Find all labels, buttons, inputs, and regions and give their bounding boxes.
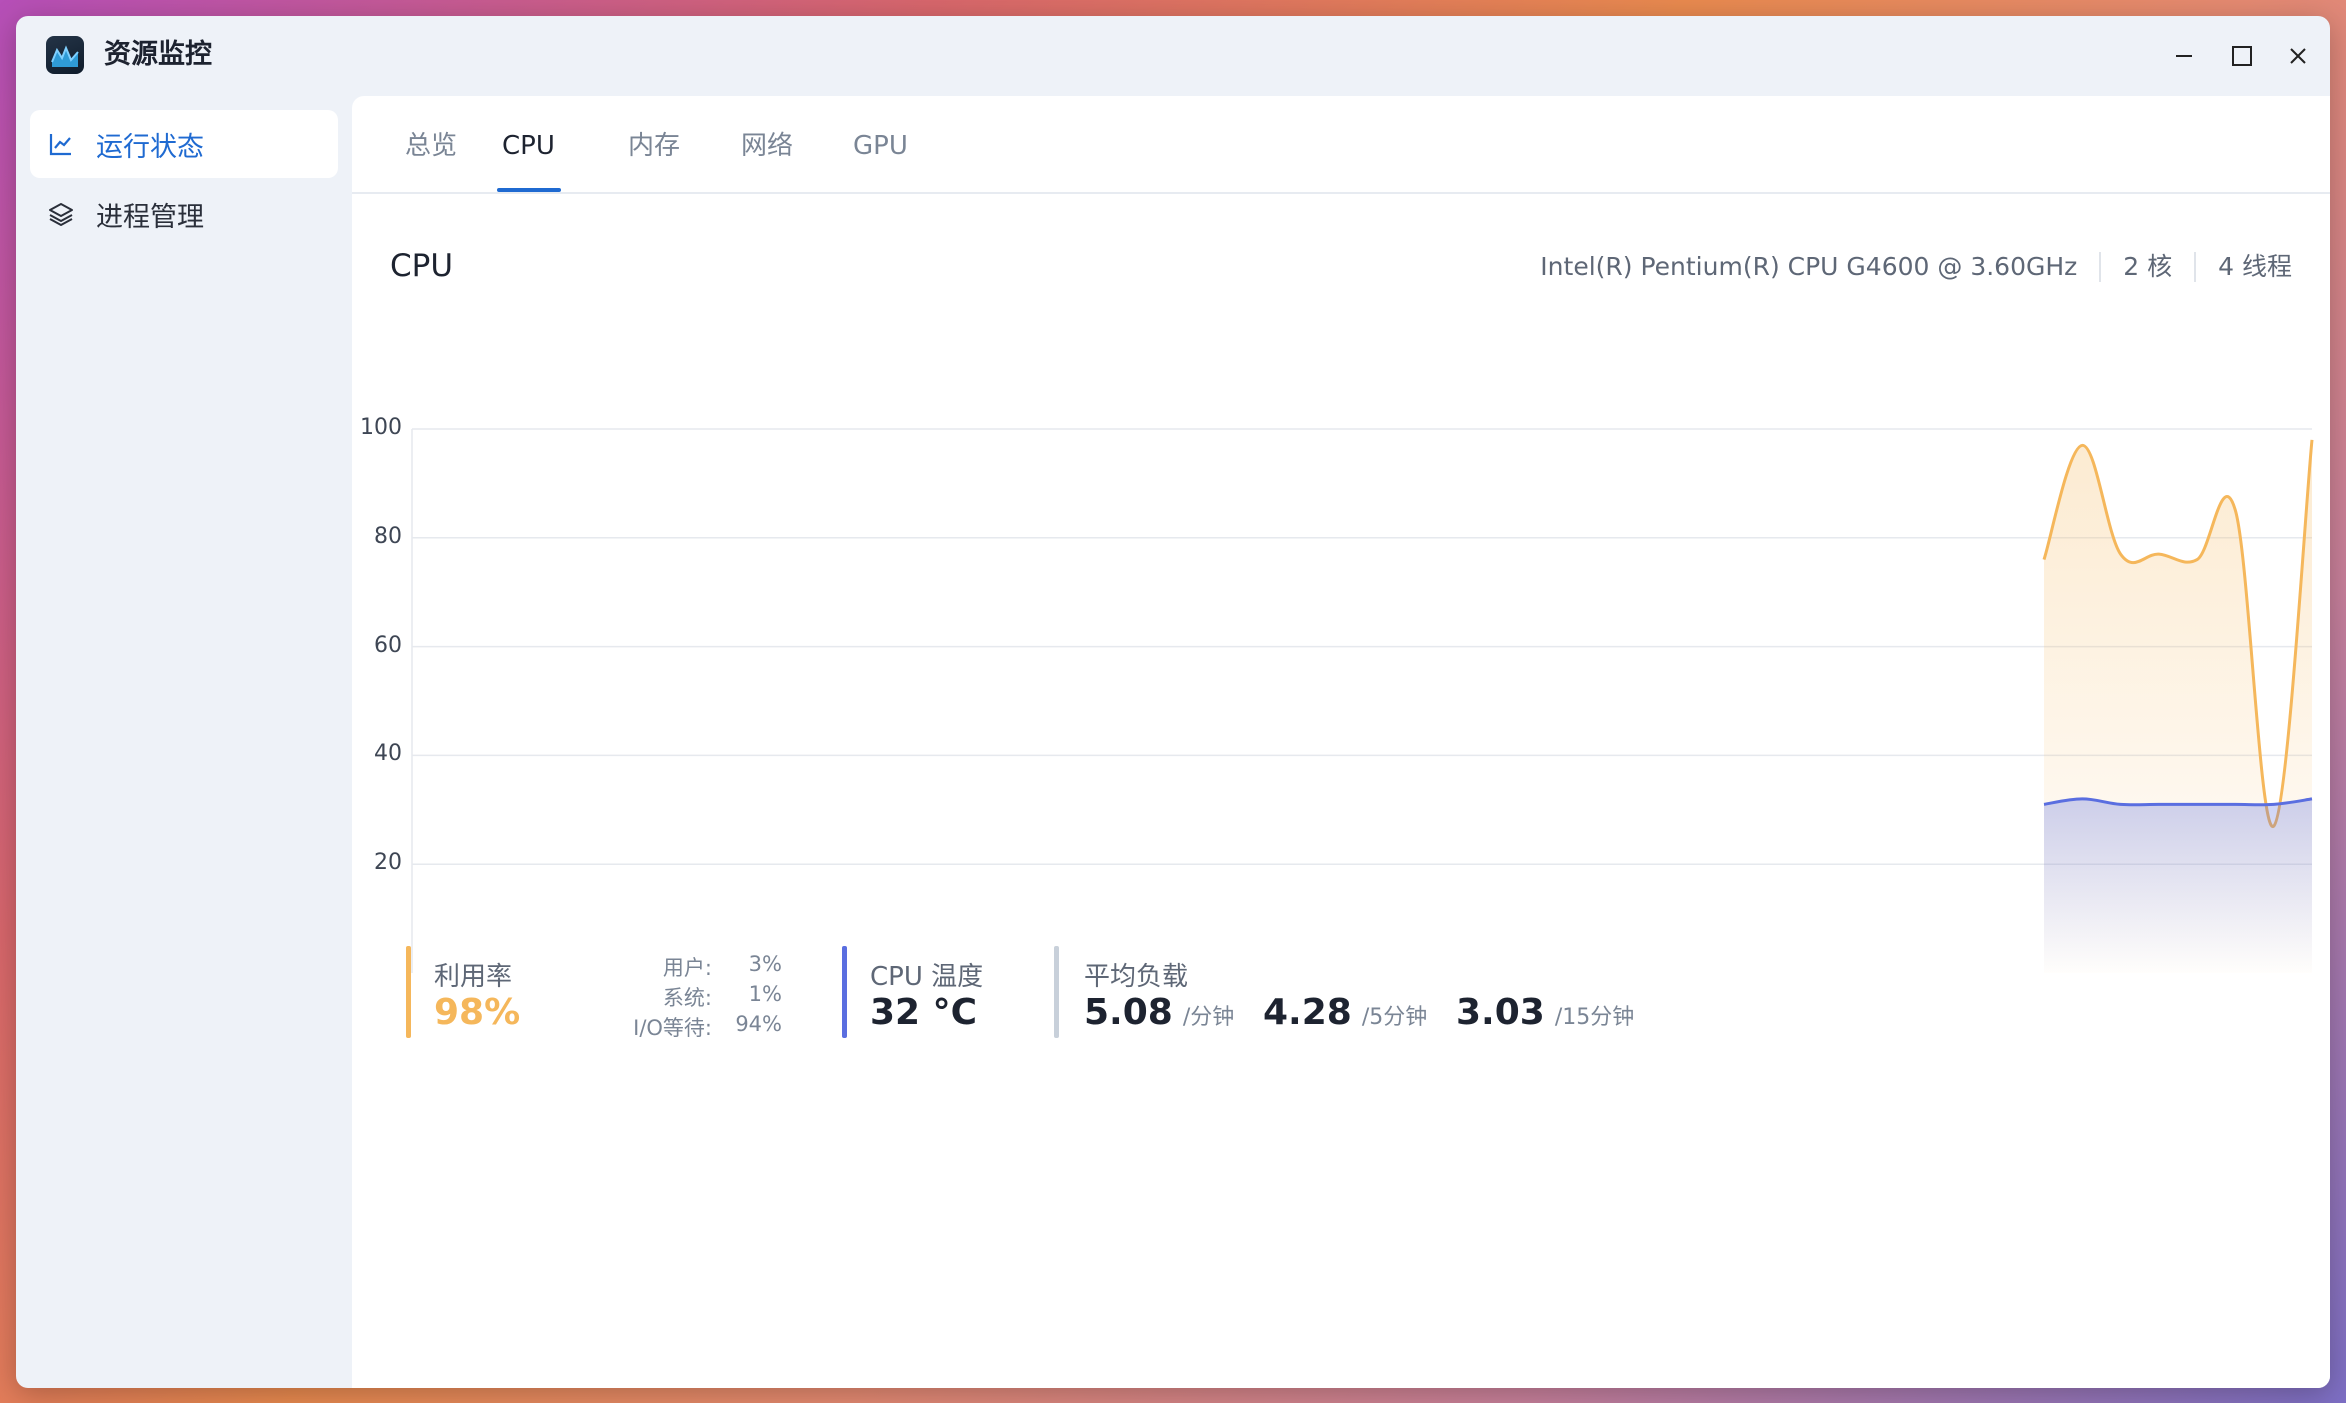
app-logo-icon [46, 36, 84, 74]
load-5min: 4.28 /5分钟 [1263, 992, 1427, 1033]
minimize-button[interactable] [2164, 38, 2204, 78]
load-15min: 3.03 /15分钟 [1456, 992, 1634, 1033]
cpu-chart: 100 80 60 40 20 [352, 396, 2330, 1000]
window-title: 资源监控 [104, 39, 212, 70]
tab-cpu[interactable]: CPU [502, 128, 555, 164]
app-window: 资源监控 运行状态 进程管理 总览 CPU 内存 网络 GPU CPU Inte… [16, 16, 2330, 1388]
line-chart-icon [48, 129, 78, 159]
tab-network[interactable]: 网络 [741, 128, 793, 164]
y-tick-label: 80 [374, 523, 402, 549]
y-tick-label: 40 [374, 741, 402, 767]
cpu-info: Intel(R) Pentium(R) CPU G4600 @ 3.60GHz … [1540, 250, 2292, 284]
sidebar-item-label: 运行状态 [96, 131, 204, 163]
load-unit: /分钟 [1182, 1005, 1235, 1030]
usage-breakdown-row: 系统: 1% [592, 982, 782, 1012]
usage-breakdown-row: 用户: 3% [592, 952, 782, 982]
tab-gpu[interactable]: GPU [853, 128, 908, 164]
maximize-icon [2231, 45, 2253, 71]
chart-areas [2042, 439, 2314, 973]
maximize-button[interactable] [2222, 38, 2262, 78]
cpu-cores: 2 核 [2123, 252, 2173, 281]
divider [2194, 252, 2197, 282]
load-indicator-bar [1054, 946, 1059, 1038]
cpu-chart-svg [411, 428, 2314, 973]
section-title: CPU [390, 248, 454, 284]
breakdown-value: 1% [748, 982, 782, 1006]
load-1min: 5.08 /分钟 [1084, 992, 1234, 1033]
layers-icon [48, 199, 78, 229]
breakdown-value: 94% [735, 1012, 782, 1036]
load-unit: /5分钟 [1361, 1005, 1428, 1030]
temperature-value: 32 °C [870, 992, 978, 1033]
active-tab-indicator [497, 188, 561, 192]
cpu-threads: 4 线程 [2218, 252, 2292, 281]
tab-bar: 总览 CPU 内存 网络 GPU [352, 96, 2330, 194]
temperature-label: CPU 温度 [870, 962, 984, 992]
usage-breakdown-row: I/O等待: 94% [592, 1012, 782, 1042]
usage-value: 98% [434, 992, 521, 1033]
y-tick-label: 20 [374, 850, 402, 876]
load-value: 3.03 [1456, 992, 1545, 1033]
tab-memory[interactable]: 内存 [628, 128, 680, 164]
tab-overview[interactable]: 总览 [405, 128, 457, 164]
load-value: 5.08 [1084, 992, 1173, 1033]
main-panel: 总览 CPU 内存 网络 GPU CPU Intel(R) Pentium(R)… [352, 96, 2330, 1388]
minimize-icon [2174, 46, 2194, 70]
close-icon [2288, 46, 2308, 70]
load-label: 平均负载 [1084, 962, 1189, 992]
load-unit: /15分钟 [1554, 1005, 1635, 1030]
chart-grid [411, 428, 2312, 973]
divider [2099, 252, 2102, 282]
usage-label: 利用率 [434, 962, 513, 992]
title-bar: 资源监控 [16, 16, 2330, 96]
sidebar-item-processes[interactable]: 进程管理 [30, 180, 338, 248]
sidebar: 运行状态 进程管理 [30, 110, 338, 250]
close-button[interactable] [2278, 38, 2318, 78]
breakdown-value: 3% [748, 952, 782, 976]
breakdown-key: I/O等待: [633, 1016, 712, 1040]
breakdown-key: 系统: [662, 986, 712, 1010]
y-tick-label: 100 [360, 415, 402, 440]
load-value: 4.28 [1263, 992, 1352, 1033]
sidebar-item-label: 进程管理 [96, 201, 204, 233]
y-tick-label: 60 [374, 632, 402, 658]
cpu-model: Intel(R) Pentium(R) CPU G4600 @ 3.60GHz [1540, 252, 2078, 281]
temperature-indicator-bar [842, 946, 847, 1038]
usage-indicator-bar [406, 946, 411, 1038]
stats-panel: 利用率 98% 用户: 3% 系统: 1% I/O等待: 94% CPU 温度 … [352, 946, 2330, 1056]
sidebar-item-status[interactable]: 运行状态 [30, 110, 338, 178]
breakdown-key: 用户: [662, 956, 712, 980]
